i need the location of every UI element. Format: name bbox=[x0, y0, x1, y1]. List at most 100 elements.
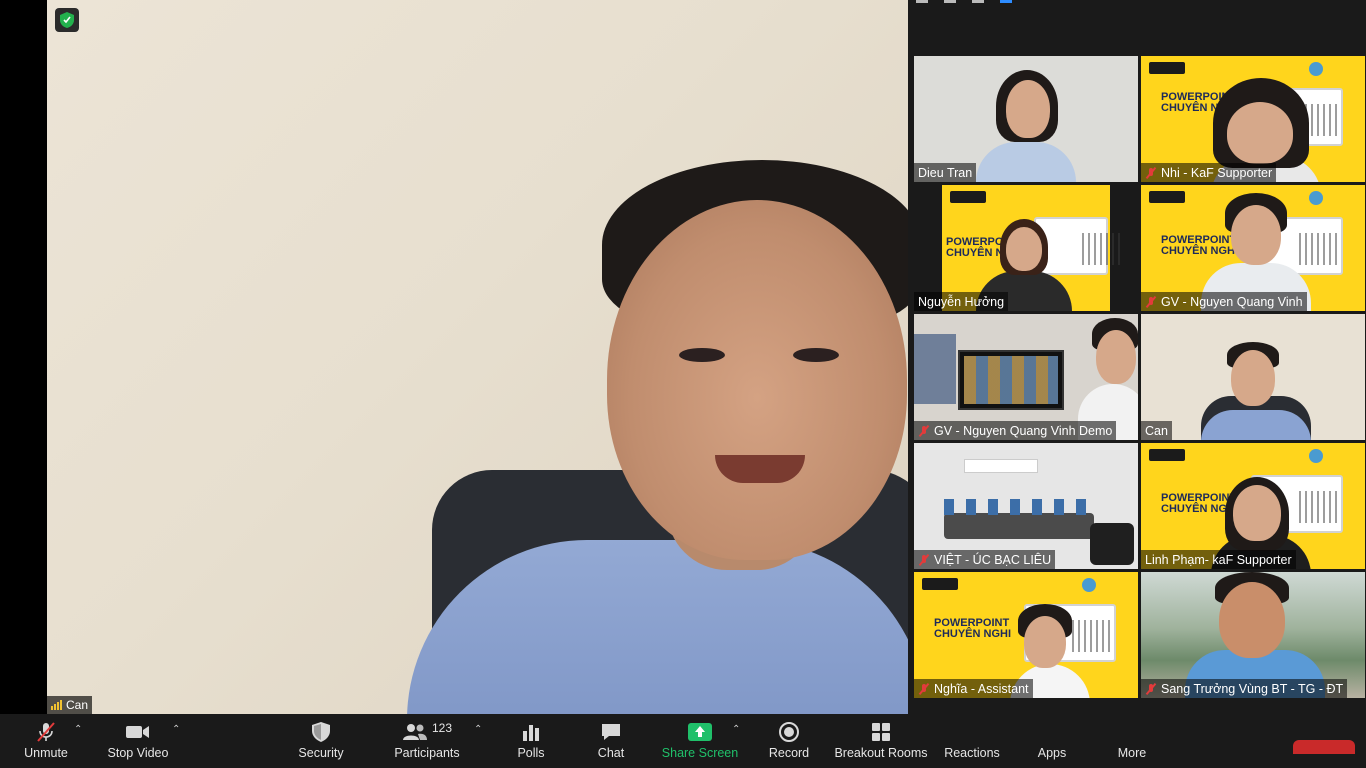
speaker-video-frame bbox=[47, 0, 908, 714]
participant-name: Nhi - KaF Supporter bbox=[1161, 165, 1273, 180]
more-button[interactable]: More bbox=[1114, 714, 1150, 768]
participant-body bbox=[1201, 410, 1311, 440]
participant-name: Linh Phạm- kaF Supporter bbox=[1145, 552, 1292, 567]
gallery-view-switcher[interactable] bbox=[908, 0, 1366, 6]
monitor bbox=[958, 350, 1064, 410]
security-button[interactable]: Security bbox=[296, 714, 346, 768]
mic-muted-icon bbox=[1145, 296, 1157, 308]
participant-tile[interactable]: POWERPOINT CHUYÊN NGHI GV - Nguyen Quang … bbox=[1141, 185, 1365, 311]
participant-name: Nghĩa - Assistant bbox=[934, 681, 1029, 696]
chair bbox=[1090, 523, 1134, 565]
participant-face bbox=[1024, 616, 1066, 668]
participant-name-tag: Linh Phạm- kaF Supporter bbox=[1141, 550, 1296, 569]
shield-icon bbox=[312, 721, 330, 743]
participant-tile[interactable]: Sang Trưởng Vùng BT - TG - ĐT bbox=[1141, 572, 1365, 698]
chat-button[interactable]: Chat bbox=[594, 714, 628, 768]
participants-label: Participants bbox=[394, 746, 460, 760]
share-screen-label: Share Screen bbox=[661, 746, 739, 760]
kaf-logo bbox=[922, 578, 958, 590]
participant-face bbox=[1096, 330, 1136, 384]
slide-badge bbox=[1082, 578, 1096, 592]
slide-title: POWERPOINT CHUYÊN NGHI bbox=[934, 618, 1011, 640]
mic-muted-icon bbox=[918, 683, 930, 695]
video-options-chevron-icon[interactable]: ⌃ bbox=[172, 724, 180, 735]
seated-attendees bbox=[944, 499, 1094, 515]
apps-label: Apps bbox=[1037, 746, 1067, 760]
slide-badge bbox=[1309, 449, 1323, 463]
participant-tile[interactable]: GV - Nguyen Quang Vinh Demo bbox=[914, 314, 1138, 440]
participant-tile[interactable]: Can bbox=[1141, 314, 1365, 440]
video-camera-icon bbox=[125, 721, 151, 743]
participant-tile[interactable]: POWERPOINT CHUYÊN NGHI Nghĩa - Assistant bbox=[914, 572, 1138, 698]
kaf-logo bbox=[1149, 449, 1185, 461]
wall-screen bbox=[964, 459, 1038, 473]
audio-options-chevron-icon[interactable]: ⌃ bbox=[74, 724, 82, 735]
monitor-screen bbox=[964, 356, 1058, 404]
participant-face bbox=[1231, 350, 1275, 406]
kaf-logo bbox=[950, 191, 986, 203]
participant-tile[interactable]: POWERPOINT CHUYÊN NGHI Linh Phạm- kaF Sup… bbox=[1141, 443, 1365, 569]
participant-name-tag: GV - Nguyen Quang Vinh Demo bbox=[914, 421, 1117, 440]
eye bbox=[793, 348, 839, 362]
participant-tile[interactable]: VIỆT - ÚC BẠC LIÊU bbox=[914, 443, 1138, 569]
view-option-icon[interactable] bbox=[944, 0, 956, 3]
participant-name-tag: VIỆT - ÚC BẠC LIÊU bbox=[914, 550, 1056, 569]
participant-name: Can bbox=[1145, 423, 1168, 438]
share-options-chevron-icon[interactable]: ⌃ bbox=[732, 724, 740, 735]
record-label: Record bbox=[768, 746, 810, 760]
view-option-icon[interactable] bbox=[916, 0, 928, 3]
participant-name: GV - Nguyen Quang Vinh bbox=[1161, 294, 1303, 309]
participant-face bbox=[1227, 102, 1293, 164]
participant-tile[interactable]: Dieu Tran bbox=[914, 56, 1138, 182]
stop-video-label: Stop Video bbox=[107, 746, 169, 760]
end-meeting-button[interactable] bbox=[1293, 740, 1355, 754]
participant-body bbox=[976, 142, 1076, 182]
participant-tile[interactable]: POWERPOINT CHUYÊN NGHI Nhi - KaF Supporte… bbox=[1141, 56, 1365, 182]
eye bbox=[679, 348, 725, 362]
participants-icon: 123 bbox=[402, 721, 452, 743]
share-screen-button[interactable]: Share Screen bbox=[662, 714, 738, 768]
stop-video-button[interactable]: Stop Video bbox=[106, 714, 170, 768]
polls-button[interactable]: Polls bbox=[514, 714, 548, 768]
chat-label: Chat bbox=[597, 746, 625, 760]
speaker-name-tag: Can bbox=[47, 696, 93, 714]
participant-name-tag: Sang Trưởng Vùng BT - TG - ĐT bbox=[1141, 679, 1348, 698]
mic-muted-icon bbox=[1145, 683, 1157, 695]
breakout-rooms-button[interactable]: Breakout Rooms bbox=[834, 714, 928, 768]
participant-name: VIỆT - ÚC BẠC LIÊU bbox=[934, 552, 1052, 567]
participant-face bbox=[1006, 80, 1050, 138]
kaf-logo bbox=[1149, 191, 1185, 203]
side-screen bbox=[914, 334, 956, 404]
participant-tile[interactable]: POWERPOINT CHUYÊN NGHI Nguyễn Hưởng bbox=[914, 185, 1138, 311]
participant-name-tag: GV - Nguyen Quang Vinh bbox=[1141, 292, 1307, 311]
mic-muted-icon bbox=[35, 721, 57, 743]
breakout-rooms-icon bbox=[871, 721, 891, 743]
participant-name-tag: Nguyễn Hưởng bbox=[914, 292, 1009, 311]
participants-button[interactable]: 123 Participants bbox=[392, 714, 462, 768]
slide-title: POWERPOINT CHUYÊN NGHI bbox=[1161, 235, 1238, 257]
encryption-shield-icon[interactable] bbox=[55, 8, 79, 32]
chat-bubble-icon bbox=[600, 721, 622, 743]
unmute-label: Unmute bbox=[24, 746, 68, 760]
participant-name: Dieu Tran bbox=[918, 165, 973, 180]
mic-muted-icon bbox=[918, 554, 930, 566]
security-label: Security bbox=[298, 746, 344, 760]
active-speaker-video[interactable]: Can bbox=[0, 0, 908, 714]
more-label: More bbox=[1117, 746, 1147, 760]
apps-button[interactable]: Apps bbox=[1034, 714, 1070, 768]
meeting-toolbar: Unmute ⌃ Stop Video ⌃ Security 123 Parti… bbox=[0, 714, 1366, 768]
participant-name: GV - Nguyen Quang Vinh Demo bbox=[934, 423, 1113, 438]
view-option-icon[interactable] bbox=[972, 0, 984, 3]
breakout-rooms-label: Breakout Rooms bbox=[834, 746, 928, 760]
slide-title-line: CHUYÊN NGHI bbox=[1161, 245, 1239, 257]
unmute-button[interactable]: Unmute bbox=[22, 714, 70, 768]
participants-options-chevron-icon[interactable]: ⌃ bbox=[474, 724, 482, 735]
participant-name: Nguyễn Hưởng bbox=[918, 294, 1005, 309]
reactions-button[interactable]: Reactions bbox=[942, 714, 1002, 768]
slide-badge bbox=[1309, 62, 1323, 76]
gallery-view-icon[interactable] bbox=[1000, 0, 1012, 3]
participant-name-tag: Nhi - KaF Supporter bbox=[1141, 163, 1277, 182]
mic-muted-icon bbox=[1145, 167, 1157, 179]
polls-label: Polls bbox=[517, 746, 545, 760]
record-button[interactable]: Record bbox=[768, 714, 810, 768]
